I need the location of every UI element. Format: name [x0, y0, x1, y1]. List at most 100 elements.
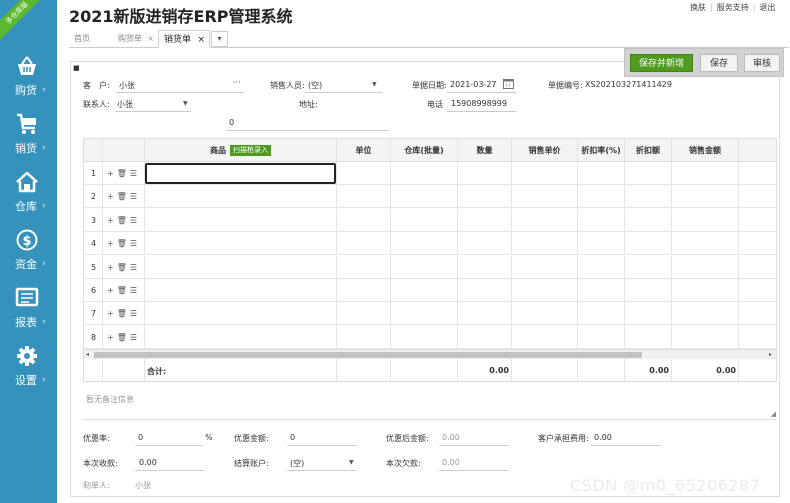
batch-icon[interactable]: ☰: [130, 333, 137, 342]
table-cell[interactable]: [337, 325, 391, 349]
audit-button[interactable]: 审核: [744, 54, 780, 72]
table-cell[interactable]: [672, 232, 739, 256]
table-cell[interactable]: [625, 162, 672, 185]
table-cell[interactable]: [578, 208, 625, 232]
skin-link[interactable]: 换肤: [690, 3, 706, 12]
nav-item-sales[interactable]: 销货 ›: [0, 113, 57, 161]
table-cell[interactable]: [512, 208, 578, 232]
scan-input-button[interactable]: 扫描枪录入: [230, 145, 271, 156]
table-cell[interactable]: [145, 232, 337, 256]
chevron-down-icon[interactable]: ▼: [349, 459, 354, 466]
table-cell[interactable]: [458, 302, 512, 326]
nav-item-reports[interactable]: 报表 ›: [0, 287, 57, 335]
table-cell[interactable]: [458, 325, 512, 349]
delete-row-icon[interactable]: 🗑: [117, 286, 127, 295]
tab-sales-order[interactable]: 销货单 ×: [158, 30, 210, 48]
table-cell[interactable]: [337, 208, 391, 232]
table-cell[interactable]: [145, 302, 337, 326]
table-cell[interactable]: [672, 279, 739, 302]
table-cell[interactable]: [512, 279, 578, 302]
add-row-icon[interactable]: +: [107, 309, 114, 318]
table-cell[interactable]: [458, 232, 512, 256]
table-cell[interactable]: [458, 255, 512, 279]
table-cell[interactable]: [337, 279, 391, 302]
table-cell[interactable]: [458, 185, 512, 209]
delete-row-icon[interactable]: 🗑: [117, 309, 127, 318]
add-row-icon[interactable]: +: [107, 192, 114, 201]
table-cell[interactable]: [625, 208, 672, 232]
table-cell[interactable]: [391, 185, 458, 209]
table-cell[interactable]: [625, 185, 672, 209]
table-cell[interactable]: [625, 325, 672, 349]
table-cell[interactable]: [672, 302, 739, 326]
table-cell[interactable]: [672, 255, 739, 279]
support-link[interactable]: 服务支持: [717, 3, 749, 12]
more-icon[interactable]: ···: [233, 78, 241, 87]
nav-item-warehouse[interactable]: 仓库 ›: [0, 171, 57, 219]
table-cell[interactable]: [672, 208, 739, 232]
nav-item-purchase[interactable]: 购货 ›: [0, 55, 57, 103]
add-row-icon[interactable]: +: [107, 216, 114, 225]
table-cell[interactable]: [512, 302, 578, 326]
table-cell[interactable]: [337, 162, 391, 185]
table-cell[interactable]: [512, 162, 578, 185]
table-cell[interactable]: [512, 232, 578, 256]
table-cell[interactable]: [578, 185, 625, 209]
collapse-icon[interactable]: ■: [73, 64, 80, 72]
table-cell[interactable]: [145, 208, 337, 232]
add-row-icon[interactable]: +: [107, 169, 114, 178]
table-cell[interactable]: [391, 208, 458, 232]
chevron-down-icon[interactable]: ▼: [183, 100, 188, 107]
batch-icon[interactable]: ☰: [130, 309, 137, 318]
delete-row-icon[interactable]: 🗑: [117, 333, 127, 342]
discount-amount-input[interactable]: 0: [290, 433, 295, 442]
add-row-icon[interactable]: +: [107, 263, 114, 272]
logout-link[interactable]: 退出: [759, 3, 775, 12]
table-cell[interactable]: [672, 325, 739, 349]
table-cell[interactable]: [391, 162, 458, 185]
table-cell[interactable]: [578, 232, 625, 256]
table-cell[interactable]: [578, 302, 625, 326]
table-cell[interactable]: [145, 325, 337, 349]
customer-input[interactable]: 小张: [119, 80, 135, 91]
table-cell[interactable]: [512, 255, 578, 279]
table-cell[interactable]: [625, 232, 672, 256]
table-cell[interactable]: [578, 325, 625, 349]
chevron-down-icon[interactable]: ▼: [372, 81, 377, 88]
tab-home[interactable]: 首页: [69, 30, 113, 48]
batch-icon[interactable]: ☰: [130, 169, 137, 178]
account-select[interactable]: (空): [290, 458, 304, 469]
table-cell[interactable]: [391, 325, 458, 349]
scrollbar-thumb[interactable]: [94, 352, 642, 358]
table-cell[interactable]: [672, 185, 739, 209]
table-cell[interactable]: [337, 302, 391, 326]
table-cell[interactable]: [145, 255, 337, 279]
delete-row-icon[interactable]: 🗑: [117, 169, 127, 178]
customer-fee-input[interactable]: 0.00: [594, 433, 612, 442]
nav-item-settings[interactable]: 设置 ›: [0, 345, 57, 393]
save-and-new-button[interactable]: 保存并新增: [630, 54, 693, 72]
product-input[interactable]: [145, 163, 336, 184]
batch-icon[interactable]: ☰: [130, 286, 137, 295]
table-cell[interactable]: [458, 162, 512, 185]
table-cell[interactable]: [391, 302, 458, 326]
table-cell[interactable]: [512, 185, 578, 209]
table-cell[interactable]: [672, 162, 739, 185]
table-cell[interactable]: [625, 279, 672, 302]
tab-purchase-order[interactable]: 购货单 ×: [113, 30, 158, 48]
address-input[interactable]: 0: [229, 118, 234, 127]
calendar-icon[interactable]: [503, 78, 514, 89]
add-row-icon[interactable]: +: [107, 239, 114, 248]
remark-textarea[interactable]: 暂无备注信息 ◢: [83, 389, 777, 420]
salesperson-select[interactable]: (空): [308, 80, 322, 91]
table-cell[interactable]: [145, 185, 337, 209]
batch-icon[interactable]: ☰: [130, 239, 137, 248]
date-input[interactable]: 2021-03-27: [450, 80, 497, 89]
delete-row-icon[interactable]: 🗑: [117, 192, 127, 201]
table-cell[interactable]: [337, 232, 391, 256]
add-row-icon[interactable]: +: [107, 286, 114, 295]
delete-row-icon[interactable]: 🗑: [117, 263, 127, 272]
discount-rate-input[interactable]: 0: [138, 433, 143, 442]
horizontal-scrollbar[interactable]: ◂ ▸: [84, 349, 776, 359]
delete-row-icon[interactable]: 🗑: [117, 216, 127, 225]
